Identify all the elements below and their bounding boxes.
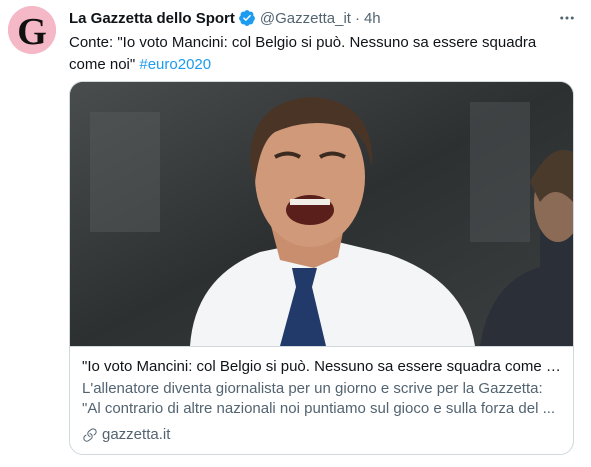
tweet[interactable]: G La Gazzetta dello Sport @Gazzetta_it ·… bbox=[0, 0, 591, 467]
tweet-header: La Gazzetta dello Sport @Gazzetta_it · 4… bbox=[69, 8, 381, 28]
card-domain-text[interactable]: gazzetta.it bbox=[102, 425, 170, 445]
hashtag-link[interactable]: #euro2020 bbox=[139, 56, 211, 73]
separator-dot: · bbox=[354, 9, 360, 27]
link-card[interactable]: "Io voto Mancini: col Belgio si può. Nes… bbox=[69, 81, 574, 455]
card-domain[interactable]: gazzetta.it bbox=[82, 425, 561, 445]
card-body[interactable]: "Io voto Mancini: col Belgio si può. Nes… bbox=[70, 346, 573, 454]
card-photo bbox=[70, 82, 573, 346]
verified-badge-icon bbox=[238, 9, 256, 27]
author-handle[interactable]: @Gazzetta_it bbox=[260, 10, 351, 27]
link-icon bbox=[82, 427, 98, 443]
card-description: L'allenatore diventa giornalista per un … bbox=[82, 380, 556, 417]
more-options-icon[interactable] bbox=[556, 8, 578, 28]
card-image[interactable] bbox=[70, 82, 573, 346]
gazzetta-logo-icon: G bbox=[8, 6, 56, 54]
timestamp[interactable]: 4h bbox=[364, 10, 381, 27]
card-title[interactable]: "Io voto Mancini: col Belgio si può. Nes… bbox=[82, 357, 561, 377]
display-name[interactable]: La Gazzetta dello Sport bbox=[69, 10, 235, 27]
svg-text:G: G bbox=[17, 11, 47, 53]
avatar[interactable]: G bbox=[8, 6, 56, 54]
tweet-text: Conte: "Io voto Mancini: col Belgio si p… bbox=[69, 32, 574, 76]
